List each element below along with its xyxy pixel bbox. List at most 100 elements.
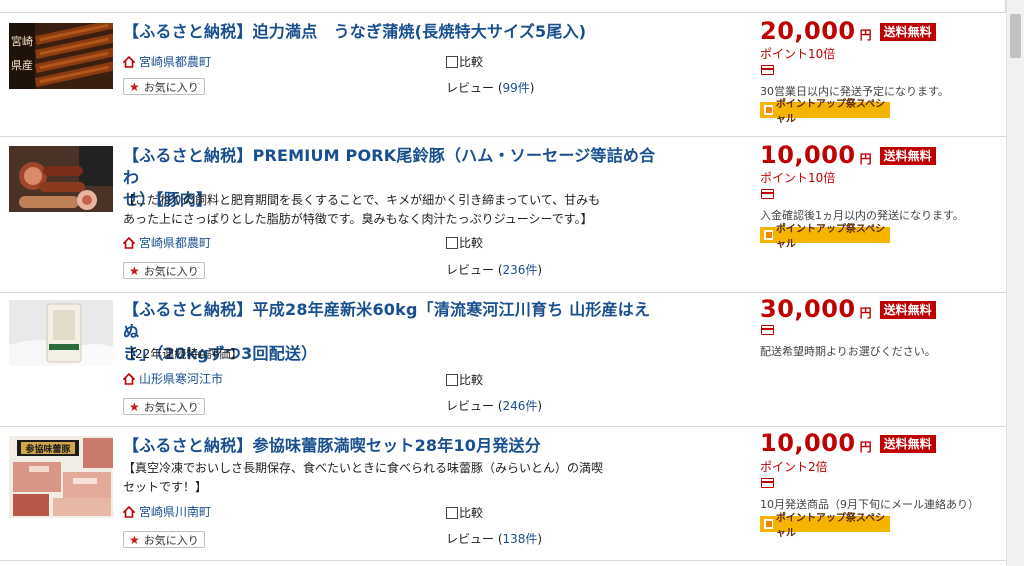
compare-checkbox[interactable]: 比較 — [446, 234, 483, 251]
review-count-link[interactable]: 236件 — [503, 263, 538, 277]
product-image[interactable]: 宮崎 県産 — [9, 23, 113, 89]
review-count-link[interactable]: 246件 — [503, 399, 538, 413]
price-block: 30,000 円 送料無料 — [760, 295, 936, 323]
checkbox-icon — [446, 236, 458, 249]
price-currency: 円 — [859, 306, 872, 320]
compare-label: 比較 — [459, 55, 484, 69]
price-value: 10,000 — [760, 141, 856, 169]
product-location[interactable]: 山形県寒河江市 — [123, 370, 223, 387]
price-block: 10,000 円 送料無料 — [760, 429, 936, 457]
product-item: 【ふるさと納税】PREMIUM PORK尾鈴豚（ハム・ソーセージ等詰め合わ せ）… — [0, 137, 1006, 293]
home-icon — [123, 372, 135, 385]
star-icon: ★ — [129, 399, 140, 414]
product-description: 【真空冷凍でおいしさ長期保存、食べたいときに食べられる味蕾豚（みらいとん）の満喫… — [123, 459, 653, 497]
desc-line-2: あった上にさっぱりとした脂肪が特徴です。臭みもなく肉汁たっぷりジューシーです。】 — [123, 212, 593, 226]
title-line-1: 【ふるさと納税】PREMIUM PORK尾鈴豚（ハム・ソーセージ等詰め合わ — [123, 146, 656, 187]
scrollbar-thumb[interactable] — [1010, 14, 1021, 58]
credit-card-icon — [761, 325, 774, 335]
compare-label: 比較 — [459, 236, 484, 250]
favorite-label: お気に入り — [143, 400, 199, 414]
top-divider — [0, 0, 1006, 13]
product-title-link[interactable]: 【ふるさと納税】迫力満点 うなぎ蒲焼(長焼特大サイズ5尾入) — [123, 21, 663, 43]
free-shipping-badge: 送料無料 — [879, 23, 936, 41]
review-summary: レビュー (99件) — [446, 81, 535, 95]
points-label: ポイント10倍 — [760, 171, 836, 185]
star-icon: ★ — [129, 79, 140, 94]
campaign-label: ポイントアップ祭スペシャル — [775, 99, 886, 125]
price-currency: 円 — [859, 28, 872, 42]
compare-checkbox[interactable]: 比較 — [446, 371, 483, 388]
review-summary: レビュー (138件) — [446, 532, 543, 546]
points-label: ポイント2倍 — [760, 460, 828, 474]
credit-card-icon — [761, 189, 774, 199]
campaign-banner[interactable]: ポイントアップ祭スペシャル — [760, 99, 890, 125]
review-count-link[interactable]: 138件 — [503, 532, 538, 546]
review-label: レビュー — [446, 399, 495, 413]
review-summary: レビュー (246件) — [446, 399, 543, 413]
desc-line-1: 【22年連続特A評価】 — [123, 347, 243, 361]
review-label: レビュー — [446, 81, 495, 95]
product-description: 【22年連続特A評価】 — [123, 345, 653, 364]
campaign-banner[interactable]: ポイントアップ祭スペシャル — [760, 513, 890, 539]
thumb-label: 参協味蕾豚 — [25, 443, 71, 455]
free-shipping-badge: 送料無料 — [879, 435, 936, 453]
vertical-scrollbar[interactable] — [1006, 0, 1024, 566]
review-summary: レビュー (236件) — [446, 263, 543, 277]
location-label: 山形県寒河江市 — [139, 372, 224, 386]
review-label: レビュー — [446, 263, 495, 277]
product-item: 参協味蕾豚 【ふるさと納税】参協味蕾豚満喫セット28年10月発送分 【真空冷凍で… — [0, 427, 1006, 561]
checkbox-icon — [446, 373, 458, 386]
compare-label: 比較 — [459, 373, 484, 387]
favorite-button[interactable]: ★ お気に入り — [123, 262, 205, 279]
price-value: 10,000 — [760, 429, 856, 457]
product-location[interactable]: 宮崎県都農町 — [123, 234, 211, 251]
campaign-icon — [764, 230, 773, 240]
compare-checkbox[interactable]: 比較 — [446, 504, 483, 521]
price-block: 20,000 円 送料無料 — [760, 17, 936, 45]
checkbox-icon — [446, 506, 458, 519]
campaign-banner[interactable]: ポイントアップ祭スペシャル — [760, 224, 890, 250]
product-description: 【こだわりの飼料と肥育期間を長くすることで、キメが細かく引き締まっていて、甘みも… — [123, 191, 653, 229]
home-icon — [123, 505, 135, 518]
price-currency: 円 — [859, 152, 872, 166]
review-count-link[interactable]: 99件 — [503, 81, 530, 95]
product-location[interactable]: 宮崎県都農町 — [123, 53, 211, 70]
price-value: 20,000 — [760, 17, 856, 45]
price-value: 30,000 — [760, 295, 856, 323]
home-icon — [123, 236, 135, 249]
star-icon: ★ — [129, 263, 140, 278]
free-shipping-badge: 送料無料 — [879, 301, 936, 319]
product-image[interactable] — [9, 146, 113, 212]
campaign-label: ポイントアップ祭スペシャル — [775, 513, 886, 539]
credit-card-icon — [761, 65, 774, 75]
price-currency: 円 — [859, 440, 872, 454]
product-location[interactable]: 宮崎県川南町 — [123, 503, 211, 520]
desc-line-2: セットです！】 — [123, 480, 208, 494]
campaign-icon — [764, 519, 773, 529]
desc-line-1: 【こだわりの飼料と肥育期間を長くすることで、キメが細かく引き締まっていて、甘みも — [123, 193, 601, 207]
thumb-label-1: 宮崎 — [11, 34, 33, 48]
points-label: ポイント10倍 — [760, 47, 836, 61]
home-icon — [123, 55, 135, 68]
product-item: 【ふるさと納税】平成28年産新米60kg「清流寒河江川育ち 山形産はえぬ き」（… — [0, 293, 1006, 427]
star-icon: ★ — [129, 532, 140, 547]
product-title-link[interactable]: 【ふるさと納税】参協味蕾豚満喫セット28年10月発送分 — [123, 435, 663, 457]
campaign-icon — [764, 105, 773, 115]
price-block: 10,000 円 送料無料 — [760, 141, 936, 169]
product-item: 宮崎 県産 【ふるさと納税】迫力満点 うなぎ蒲焼(長焼特大サイズ5尾入) 宮崎県… — [0, 13, 1006, 137]
credit-card-icon — [761, 478, 774, 488]
favorite-label: お気に入り — [143, 533, 199, 547]
desc-line-1: 【真空冷凍でおいしさ長期保存、食べたいときに食べられる味蕾豚（みらいとん）の満喫 — [123, 461, 604, 475]
location-label: 宮崎県都農町 — [139, 236, 212, 250]
favorite-button[interactable]: ★ お気に入り — [123, 398, 205, 415]
favorite-label: お気に入り — [143, 80, 199, 94]
product-image[interactable] — [9, 300, 113, 366]
location-label: 宮崎県都農町 — [139, 55, 212, 69]
free-shipping-badge: 送料無料 — [879, 147, 936, 165]
favorite-button[interactable]: ★ お気に入り — [123, 78, 205, 95]
review-label: レビュー — [446, 532, 495, 546]
product-image[interactable]: 参協味蕾豚 — [9, 436, 113, 518]
favorite-button[interactable]: ★ お気に入り — [123, 531, 205, 548]
compare-checkbox[interactable]: 比較 — [446, 53, 483, 70]
thumb-label-2: 県産 — [11, 59, 33, 72]
